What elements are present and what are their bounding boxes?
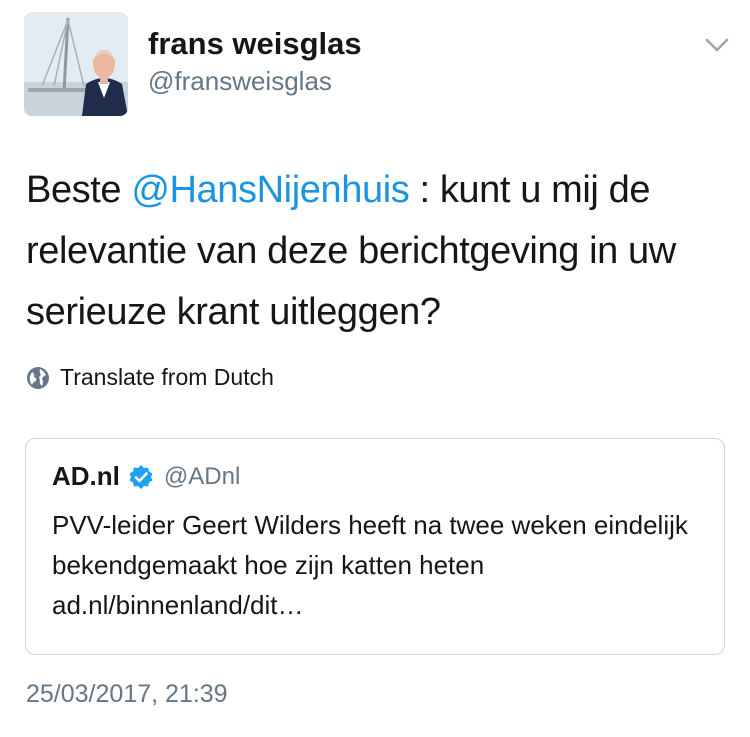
quoted-tweet-header: AD.nl @ADnl: [52, 461, 240, 492]
quoted-author-name: AD.nl: [52, 461, 120, 491]
tweet-text-before: Beste: [26, 169, 132, 211]
quoted-tweet-card[interactable]: AD.nl @ADnl PVV-leider Geert Wilders hee…: [25, 438, 725, 655]
avatar[interactable]: [24, 12, 128, 116]
author-display-name[interactable]: frans weisglas: [148, 26, 362, 62]
quoted-author-handle: @ADnl: [163, 462, 241, 490]
avatar-photo: [24, 12, 128, 116]
translate-label: Translate from Dutch: [60, 364, 274, 390]
translate-button[interactable]: Translate from Dutch: [26, 364, 274, 391]
tweet-text: Beste @HansNijenhuis : kunt u mij de rel…: [26, 160, 736, 343]
globe-icon: [26, 366, 50, 390]
mention-link[interactable]: @HansNijenhuis: [131, 169, 409, 211]
chevron-down-icon[interactable]: [704, 36, 730, 54]
quoted-tweet-text: PVV-leider Geert Wilders heeft na twee w…: [52, 510, 688, 620]
author-handle[interactable]: @fransweisglas: [148, 66, 332, 97]
verified-badge-icon: [128, 464, 154, 490]
tweet-timestamp[interactable]: 25/03/2017, 21:39: [26, 680, 228, 709]
